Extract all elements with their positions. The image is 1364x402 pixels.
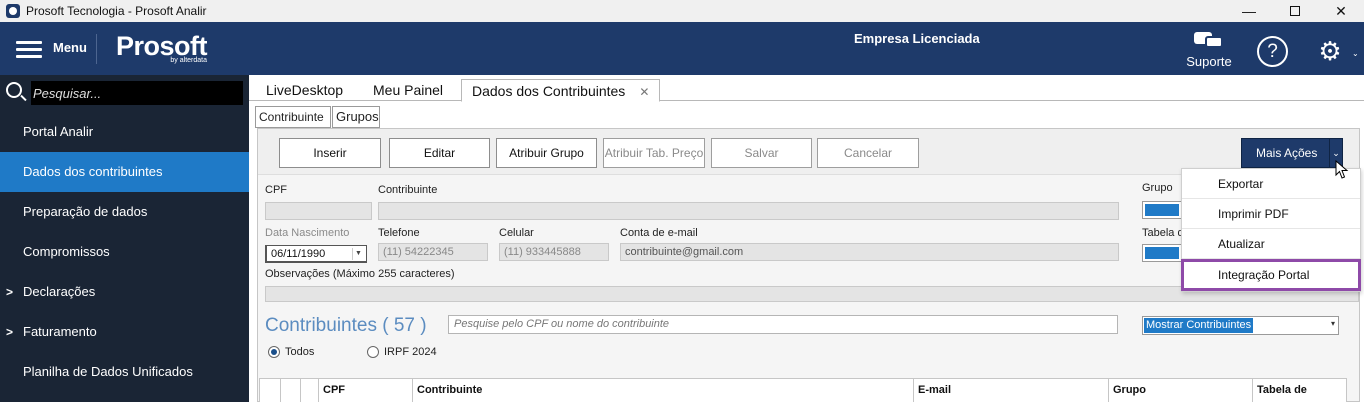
radio-todos[interactable] — [268, 346, 280, 358]
contribuintes-title: Contribuintes ( 57 ) — [265, 315, 427, 336]
observacoes-label: Observações (Máximo 255 caracteres) — [265, 268, 455, 280]
menu-item-integracao-portal[interactable]: Integração Portal — [1181, 259, 1361, 291]
mais-acoes-button[interactable]: Mais Ações — [1241, 138, 1342, 168]
cancelar-button[interactable]: Cancelar — [817, 138, 919, 168]
grupo-label: Grupo — [1142, 182, 1173, 194]
app-header: Menu Prosoft by alterdata Empresa Licenc… — [0, 22, 1364, 75]
minimize-button[interactable]: — — [1226, 0, 1272, 22]
maximize-button[interactable] — [1272, 0, 1318, 22]
contribuinte-label: Contribuinte — [378, 184, 438, 196]
grid-col-cpf[interactable]: CPF — [318, 379, 412, 402]
sidebar-item-faturamento[interactable]: > Faturamento — [0, 312, 249, 352]
close-tab-icon[interactable]: ✕ — [639, 85, 649, 99]
contribuinte-field[interactable] — [378, 202, 1119, 220]
sidebar: Portal Analir Dados dos contribuintes Pr… — [0, 75, 249, 402]
prosoft-logo: Prosoft by alterdata — [116, 31, 208, 64]
mostrar-contribuintes-select[interactable]: Mostrar Contribuintes ▾ — [1142, 316, 1339, 335]
menu-button[interactable]: Menu — [53, 40, 87, 55]
nascimento-value: 06/11/1990 — [271, 248, 326, 260]
grid-col-email[interactable]: E-mail — [913, 379, 1108, 402]
nascimento-field[interactable]: 06/11/1990 ▼ — [265, 245, 367, 263]
salvar-button[interactable]: Salvar — [711, 138, 812, 168]
tab-dados-contribuintes[interactable]: Dados dos Contribuintes ✕ — [461, 79, 661, 102]
app-icon — [6, 4, 20, 18]
select-value: Mostrar Contribuintes — [1144, 318, 1254, 333]
grid-col-select[interactable] — [280, 379, 300, 402]
close-icon: ✕ — [1335, 2, 1347, 19]
atribuir-grupo-button[interactable]: Atribuir Grupo — [496, 138, 597, 168]
chevron-down-icon[interactable]: ⌄ — [1352, 49, 1359, 58]
mouse-cursor-icon — [1335, 160, 1349, 179]
inserir-button[interactable]: Inserir — [279, 138, 381, 168]
editar-button[interactable]: Editar — [389, 138, 490, 168]
menu-item-imprimir-pdf[interactable]: Imprimir PDF — [1182, 199, 1360, 229]
sidebar-item-label: Faturamento — [23, 324, 97, 339]
hamburger-menu-icon[interactable] — [16, 41, 42, 59]
grid-col-grupo[interactable]: Grupo — [1108, 379, 1252, 402]
company-name: Empresa Licenciada — [854, 31, 980, 46]
sidebar-item-compromissos[interactable]: Compromissos — [0, 232, 249, 272]
help-icon[interactable]: ? — [1257, 36, 1288, 67]
subtab-contribuinte[interactable]: Contribuinte — [255, 106, 331, 128]
window-titlebar: Prosoft Tecnologia - Prosoft Analir — ✕ — [0, 0, 1364, 22]
sidebar-item-label: Declarações — [23, 284, 96, 299]
sidebar-item-planilha-dados[interactable]: Planilha de Dados Unificados — [0, 352, 249, 392]
search-input[interactable] — [31, 81, 243, 105]
tab-bar: LiveDesktop Meu Painel Dados dos Contrib… — [249, 75, 1364, 102]
nascimento-label: Data Nascimento — [265, 227, 350, 239]
support-button[interactable]: Suporte — [1180, 30, 1238, 69]
calendar-dropdown-icon[interactable]: ▼ — [352, 248, 364, 260]
tabela-select[interactable] — [1142, 244, 1182, 262]
sidebar-item-preparacao-dados[interactable]: Preparação de dados — [0, 192, 249, 232]
atribuir-tab-preco-button[interactable]: Atribuir Tab. Preço — [603, 138, 705, 168]
close-window-button[interactable]: ✕ — [1318, 0, 1364, 22]
logo-text: Prosoft — [116, 31, 208, 61]
celular-field[interactable]: (11) 933445888 — [499, 243, 609, 261]
tab-livedesktop[interactable]: LiveDesktop — [266, 79, 343, 101]
window-title: Prosoft Tecnologia - Prosoft Analir — [26, 4, 207, 18]
header-divider — [96, 34, 97, 64]
email-label: Conta de e-mail — [620, 227, 698, 239]
grid-col-indicator[interactable] — [300, 379, 320, 402]
expand-arrow-icon: > — [6, 325, 14, 339]
chat-icon — [1192, 30, 1226, 52]
cpf-field[interactable] — [265, 202, 372, 220]
telefone-field[interactable]: (11) 54222345 — [378, 243, 488, 261]
sidebar-item-label: Portal Analir — [23, 124, 94, 139]
radio-irpf-label: IRPF 2024 — [384, 346, 437, 358]
expand-arrow-icon: > — [6, 285, 14, 299]
sidebar-item-dados-contribuintes[interactable]: Dados dos contribuintes — [0, 152, 249, 192]
subtab-grupos[interactable]: Grupos — [332, 106, 380, 128]
tab-label: Dados dos Contribuintes — [472, 83, 626, 99]
contribuinte-search-input[interactable]: Pesquise pelo CPF ou nome do contribuint… — [448, 315, 1118, 334]
tab-meu-painel[interactable]: Meu Painel — [373, 79, 443, 101]
mais-acoes-menu: Exportar Imprimir PDF Atualizar Integraç… — [1181, 168, 1361, 292]
sidebar-search — [0, 75, 249, 109]
sidebar-item-label: Compromissos — [23, 244, 110, 259]
maximize-icon — [1290, 6, 1300, 16]
grid-col-tabela[interactable]: Tabela de — [1252, 379, 1346, 402]
search-icon — [6, 82, 22, 98]
cpf-label: CPF — [265, 184, 287, 196]
sidebar-item-declaracoes[interactable]: > Declarações — [0, 272, 249, 312]
chevron-down-icon: ▾ — [1330, 319, 1335, 328]
grupo-select[interactable] — [1142, 201, 1182, 219]
radio-irpf-2024[interactable] — [367, 346, 379, 358]
telefone-label: Telefone — [378, 227, 420, 239]
menu-item-atualizar[interactable]: Atualizar — [1182, 229, 1360, 259]
radio-todos-label: Todos — [285, 346, 315, 358]
tabela-label: Tabela d — [1142, 227, 1184, 239]
sidebar-item-label: Preparação de dados — [23, 204, 148, 219]
sidebar-item-portal-analir[interactable]: Portal Analir — [0, 112, 249, 152]
celular-label: Celular — [499, 227, 534, 239]
support-label: Suporte — [1186, 54, 1232, 69]
sidebar-item-label: Dados dos contribuintes — [23, 164, 163, 179]
menu-item-exportar[interactable]: Exportar — [1182, 169, 1360, 199]
grid-col-contribuinte[interactable]: Contribuinte — [412, 379, 913, 402]
gear-icon[interactable]: ⚙ — [1316, 37, 1344, 65]
sidebar-item-label: Planilha de Dados Unificados — [23, 364, 193, 379]
contribuintes-grid: CPF Contribuinte E-mail Grupo Tabela de — [259, 378, 1347, 402]
minimize-icon: — — [1242, 3, 1256, 19]
email-field[interactable]: contribuinte@gmail.com — [620, 243, 1119, 261]
